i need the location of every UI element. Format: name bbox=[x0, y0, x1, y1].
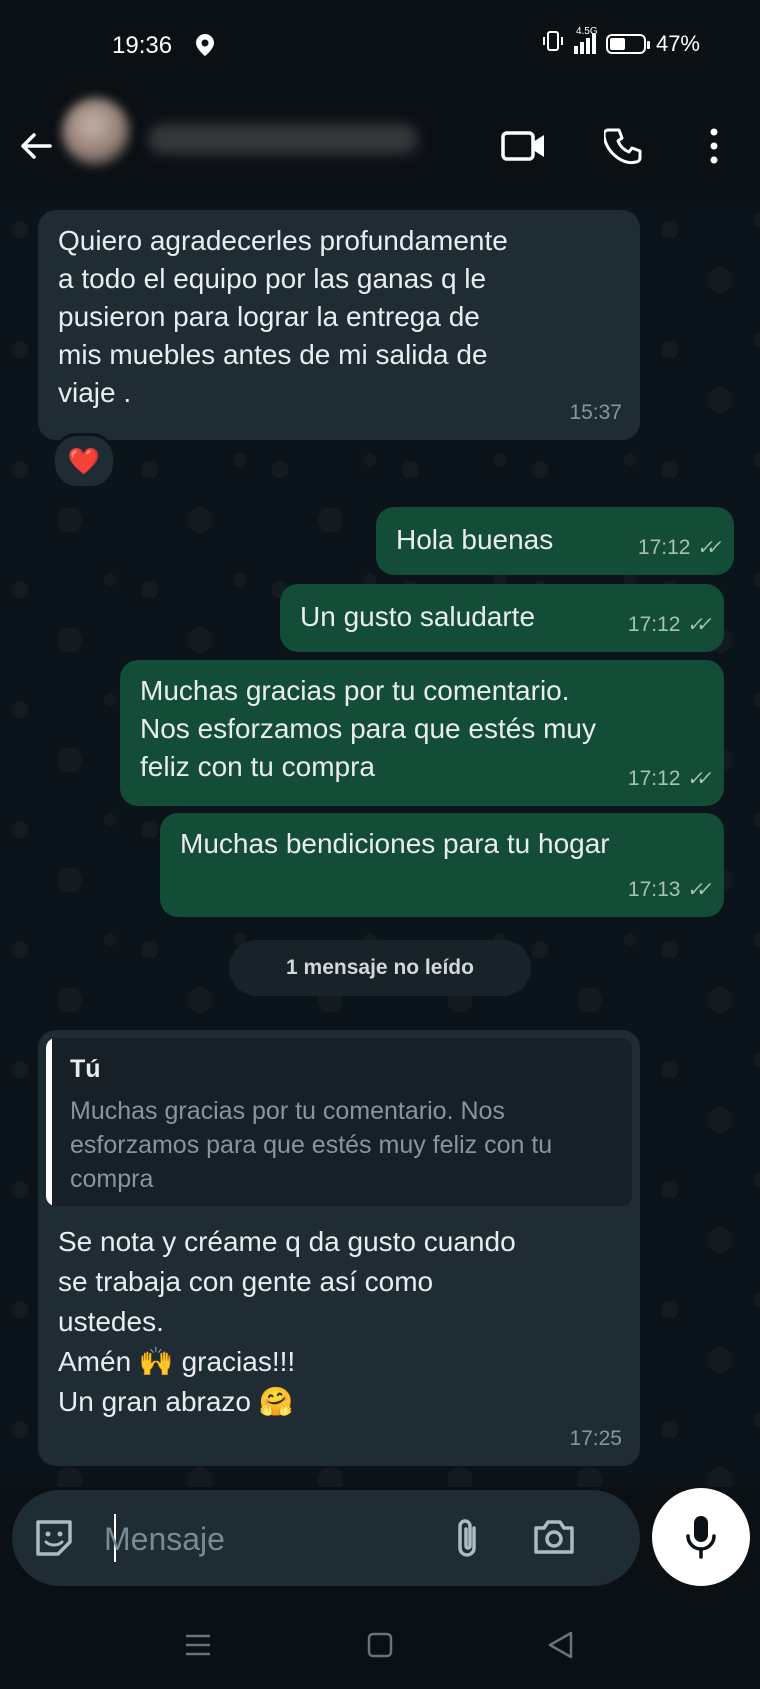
video-call-button[interactable] bbox=[500, 122, 548, 170]
double-check-icon: ✓✓ bbox=[686, 614, 708, 636]
message-text: Muchas gracias por tu comentario. Nos es… bbox=[140, 675, 596, 782]
message-meta: 17:12 ✓✓ bbox=[627, 606, 708, 644]
quoted-text: Muchas gracias por tu comentario. Nos es… bbox=[70, 1097, 553, 1193]
message-meta: 17:13 ✓✓ bbox=[627, 871, 708, 909]
quote-accent-bar bbox=[46, 1038, 52, 1206]
message-composer bbox=[12, 1490, 640, 1586]
message-time: 17:25 bbox=[569, 1427, 622, 1450]
voice-message-button[interactable] bbox=[652, 1488, 750, 1586]
chat-area[interactable]: Quiero agradecerles profundamente a todo… bbox=[0, 200, 760, 1487]
quoted-message[interactable]: Tú Muchas gracias por tu comentario. Nos… bbox=[46, 1038, 632, 1206]
status-icons: 4.5G 47% bbox=[542, 26, 700, 58]
location-icon bbox=[196, 34, 214, 61]
message-time: 17:12 bbox=[637, 536, 691, 559]
message-time: 17:12 bbox=[627, 613, 681, 636]
status-time: 19:36 bbox=[112, 32, 173, 59]
vibrate-icon bbox=[542, 30, 564, 58]
message-time: 15:37 bbox=[569, 401, 622, 424]
double-check-icon: ✓✓ bbox=[696, 537, 718, 559]
message-bubble-outgoing[interactable]: Muchas bendiciones para tu hogar 17:13 ✓✓ bbox=[160, 813, 724, 917]
voice-call-button[interactable] bbox=[600, 122, 648, 170]
message-text: Se nota y créame q da gusto cuando se tr… bbox=[58, 1226, 516, 1417]
message-time: 17:12 bbox=[627, 767, 681, 790]
back-arrow-icon bbox=[21, 133, 52, 159]
message-bubble-outgoing[interactable]: Un gusto saludarte 17:12 ✓✓ bbox=[280, 584, 724, 652]
message-input[interactable] bbox=[102, 1514, 456, 1564]
avatar[interactable] bbox=[62, 98, 130, 166]
home-icon[interactable] bbox=[360, 1628, 400, 1662]
camera-icon[interactable] bbox=[532, 1518, 576, 1561]
voice-call-icon bbox=[604, 128, 642, 165]
message-bubble-incoming-reply[interactable]: Tú Muchas gracias por tu comentario. Nos… bbox=[38, 1030, 640, 1466]
chat-header bbox=[0, 98, 760, 200]
message-meta: 17:12 ✓✓ bbox=[637, 529, 718, 567]
double-check-icon: ✓✓ bbox=[686, 768, 708, 790]
battery-percent: 47% bbox=[655, 31, 700, 56]
message-text: Quiero agradecerles profundamente a todo… bbox=[58, 225, 508, 408]
double-check-icon: ✓✓ bbox=[686, 879, 708, 901]
signal-icon: 4.5G bbox=[573, 26, 598, 54]
network-label: 4.5G bbox=[575, 26, 598, 37]
recents-icon[interactable] bbox=[178, 1628, 218, 1662]
back-nav-icon[interactable] bbox=[540, 1628, 580, 1662]
message-time: 17:13 bbox=[627, 878, 681, 901]
contact-name[interactable] bbox=[148, 124, 418, 154]
heart-reaction-icon[interactable]: ❤️ bbox=[52, 433, 116, 489]
message-bubble-outgoing[interactable]: Muchas gracias por tu comentario. Nos es… bbox=[120, 660, 724, 806]
more-options-icon bbox=[710, 128, 718, 164]
microphone-icon bbox=[686, 1516, 716, 1559]
system-navigation-bar bbox=[0, 1598, 760, 1689]
video-call-icon bbox=[501, 131, 544, 161]
battery-icon bbox=[605, 34, 650, 54]
quoted-author: Tú bbox=[70, 1055, 101, 1083]
message-meta: 17:12 ✓✓ bbox=[627, 760, 708, 798]
message-bubble-outgoing[interactable]: Hola buenas 17:12 ✓✓ bbox=[376, 507, 734, 575]
message-bubble-incoming[interactable]: Quiero agradecerles profundamente a todo… bbox=[38, 210, 640, 440]
attach-icon[interactable] bbox=[452, 1516, 482, 1565]
message-text: Muchas bendiciones para tu hogar bbox=[180, 828, 610, 859]
sticker-icon[interactable] bbox=[32, 1516, 76, 1565]
unread-messages-banner: 1 mensaje no leído bbox=[229, 940, 531, 996]
more-options-button[interactable] bbox=[690, 122, 738, 170]
status-bar: 19:36 4.5G 47% bbox=[0, 0, 760, 100]
back-button[interactable] bbox=[16, 126, 56, 166]
